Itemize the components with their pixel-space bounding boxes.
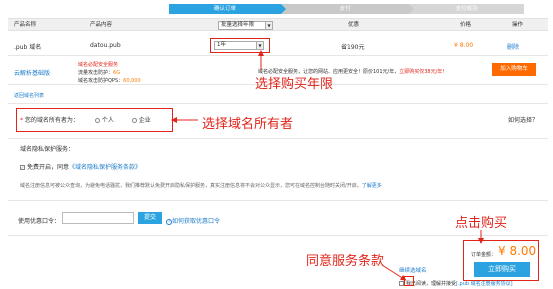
- arrow-agree: [381, 264, 407, 281]
- annotation-choose-years: 选择购买年限: [255, 77, 334, 92]
- annotation-arrows: [171, 50, 484, 281]
- annotation-agree-terms: 同意服务条款: [306, 254, 385, 269]
- annotation-choose-owner: 选择域名所有者: [202, 117, 294, 132]
- annotation-click-buy: 点击购买: [455, 216, 508, 231]
